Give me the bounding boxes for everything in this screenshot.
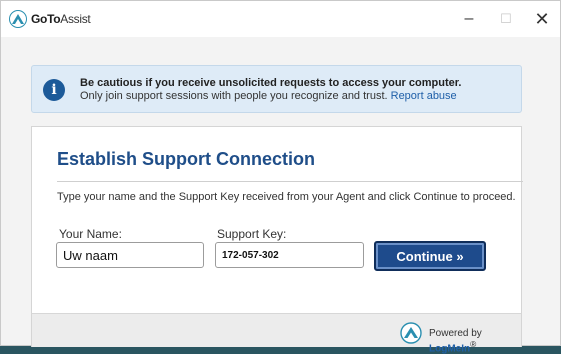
gotoassist-logo-icon: [9, 10, 27, 28]
registered-mark: ®: [470, 339, 477, 349]
alert-heading: Be cautious if you receive unsolicited r…: [80, 77, 462, 89]
divider: [57, 181, 523, 182]
support-key-label: Support Key:: [217, 227, 287, 241]
brand-bold: GoTo: [31, 12, 61, 26]
security-alert: i Be cautious if you receive unsolicited…: [31, 65, 522, 113]
page-title: Establish Support Connection: [57, 149, 316, 169]
alert-body-text: Only join support sessions with people y…: [80, 90, 388, 102]
titlebar: GoToAssist – ☐ ✕: [1, 1, 560, 37]
your-name-input[interactable]: Uw naam: [56, 242, 204, 268]
your-name-label: Your Name:: [59, 227, 122, 241]
report-abuse-link[interactable]: Report abuse: [391, 90, 457, 102]
minimize-icon[interactable]: –: [449, 7, 489, 31]
brand-rest: Assist: [60, 12, 91, 26]
footer: Powered by LogMeIn®: [31, 313, 522, 354]
support-key-input[interactable]: 172-057-302: [215, 242, 364, 268]
maximize-icon[interactable]: ☐: [486, 7, 526, 31]
continue-button[interactable]: Continue »: [374, 241, 486, 271]
powered-by-text: Powered by LogMeIn®: [429, 328, 521, 354]
instructions-text: Type your name and the Support Key recei…: [57, 191, 516, 203]
gotoassist-window: GoToAssist – ☐ ✕ i Be cautious if you re…: [0, 0, 561, 354]
logmein-brand: LogMeIn: [429, 343, 471, 354]
alert-body: Only join support sessions with people y…: [80, 90, 457, 102]
powered-by-label: Powered by: [429, 328, 482, 339]
logmein-logo-icon: [400, 322, 422, 344]
app-title: GoToAssist: [31, 12, 91, 26]
info-icon: i: [43, 79, 65, 101]
close-icon[interactable]: ✕: [522, 7, 561, 31]
